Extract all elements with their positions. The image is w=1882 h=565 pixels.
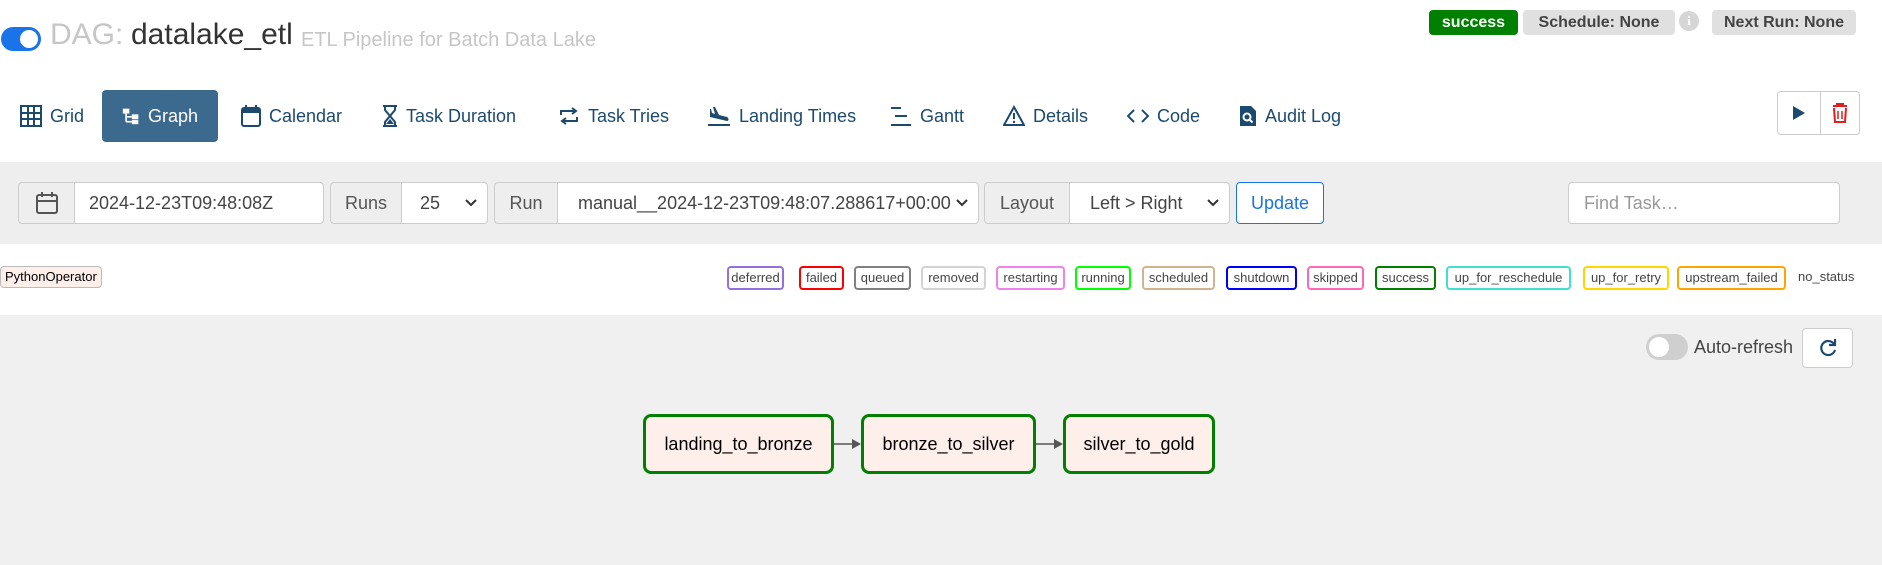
tab-label: Gantt bbox=[920, 105, 965, 126]
legend-state-no-status[interactable]: no_status bbox=[1798, 269, 1854, 284]
legend-state-upstream-failed[interactable]: upstream_failed bbox=[1677, 266, 1786, 290]
tab-task-duration[interactable]: Task Duration bbox=[382, 90, 516, 142]
tab-task-tries[interactable]: Task Tries bbox=[558, 90, 669, 142]
tab-label: Audit Log bbox=[1265, 105, 1342, 126]
trigger-dag-button[interactable] bbox=[1777, 91, 1821, 135]
runs-value: 25 bbox=[420, 192, 441, 213]
delete-dag-button[interactable] bbox=[1820, 91, 1860, 135]
task-node-landing-to-bronze[interactable]: landing_to_bronze bbox=[643, 414, 834, 474]
dag-title: datalake_etl bbox=[131, 18, 293, 51]
operator-legend-chip[interactable]: PythonOperator bbox=[0, 266, 102, 288]
legend-state-scheduled[interactable]: scheduled bbox=[1142, 266, 1215, 290]
task-node-silver-to-gold[interactable]: silver_to_gold bbox=[1063, 414, 1215, 474]
dag-header: DAG: datalake_etl ETL Pipeline for Batch… bbox=[0, 0, 1882, 80]
dag-nav-tabs: Grid Graph Calendar Task Duration Task T… bbox=[0, 90, 1882, 142]
layout-value: Left > Right bbox=[1090, 192, 1183, 213]
legend-state-success[interactable]: success bbox=[1375, 266, 1436, 290]
chevron-down-icon bbox=[1207, 199, 1219, 207]
hourglass-icon bbox=[383, 105, 397, 127]
tab-audit-log[interactable]: Audit Log bbox=[1239, 90, 1341, 142]
layout-label: Layout bbox=[984, 182, 1070, 224]
gantt-icon bbox=[891, 107, 911, 126]
tab-gantt[interactable]: Gantt bbox=[890, 90, 964, 142]
tab-label: Graph bbox=[147, 105, 198, 126]
graph-canvas[interactable]: Auto-refresh landing_to_bronze bronze_to… bbox=[0, 315, 1882, 565]
plane-landing-icon bbox=[708, 107, 730, 126]
tab-label: Task Duration bbox=[406, 105, 517, 126]
graph-filter-bar: 2024-12-23T09:48:08Z Runs 25 Run manual_… bbox=[0, 162, 1882, 244]
run-label: Run bbox=[494, 182, 558, 224]
update-button[interactable]: Update bbox=[1236, 182, 1324, 224]
legend-state-removed[interactable]: removed bbox=[921, 266, 986, 290]
chevron-down-icon bbox=[956, 199, 968, 207]
legend-state-shutdown[interactable]: shutdown bbox=[1226, 266, 1297, 290]
legend-row: PythonOperator deferred failed queued re… bbox=[0, 266, 1882, 290]
legend-state-up-for-reschedule[interactable]: up_for_reschedule bbox=[1446, 266, 1571, 290]
run-select[interactable]: manual__2024-12-23T09:48:07.288617+00:00 bbox=[557, 182, 979, 224]
task-node-label: landing_to_bronze bbox=[664, 433, 813, 454]
code-icon bbox=[1127, 109, 1149, 123]
task-node-bronze-to-silver[interactable]: bronze_to_silver bbox=[861, 414, 1036, 474]
tab-code[interactable]: Code bbox=[1127, 90, 1200, 142]
runs-select[interactable]: 25 bbox=[401, 182, 488, 224]
play-icon bbox=[1793, 106, 1805, 120]
task-node-label: bronze_to_silver bbox=[882, 433, 1015, 454]
layout-select[interactable]: Left > Right bbox=[1069, 182, 1230, 224]
dag-description: ETL Pipeline for Batch Data Lake bbox=[301, 29, 596, 51]
tab-graph[interactable]: Graph bbox=[102, 90, 218, 142]
legend-state-skipped[interactable]: skipped bbox=[1307, 266, 1364, 290]
legend-state-up-for-retry[interactable]: up_for_retry bbox=[1583, 266, 1669, 290]
dag-prefix: DAG: bbox=[50, 18, 124, 51]
tab-label: Details bbox=[1033, 105, 1089, 126]
run-value: manual__2024-12-23T09:48:07.288617+00:00 bbox=[578, 192, 951, 213]
datetime-picker-button[interactable] bbox=[18, 182, 75, 224]
legend-state-restarting[interactable]: restarting bbox=[996, 266, 1065, 290]
dag-state-badge: success bbox=[1429, 10, 1518, 35]
find-task-input[interactable]: Find Task… bbox=[1568, 182, 1840, 224]
toggle-knob bbox=[20, 30, 38, 48]
info-icon[interactable]: i bbox=[1679, 11, 1699, 31]
calendar-icon bbox=[241, 105, 261, 127]
legend-state-deferred[interactable]: deferred bbox=[727, 266, 784, 290]
graph-icon bbox=[122, 108, 139, 125]
schedule-badge: Schedule: None bbox=[1523, 10, 1675, 35]
tab-label: Code bbox=[1157, 105, 1201, 126]
tab-label: Grid bbox=[50, 105, 85, 126]
file-search-icon bbox=[1240, 106, 1256, 126]
calendar-icon bbox=[35, 192, 58, 214]
warning-triangle-icon bbox=[1003, 105, 1025, 126]
base-date-input[interactable]: 2024-12-23T09:48:08Z bbox=[74, 182, 324, 224]
tab-label: Task Tries bbox=[588, 105, 670, 126]
task-node-label: silver_to_gold bbox=[1083, 433, 1195, 454]
tab-details[interactable]: Details bbox=[1003, 90, 1088, 142]
edge-arrowhead bbox=[852, 439, 861, 449]
tab-landing-times[interactable]: Landing Times bbox=[707, 90, 856, 142]
tab-label: Landing Times bbox=[739, 105, 857, 126]
dag-pause-toggle[interactable] bbox=[1, 27, 41, 51]
legend-state-running[interactable]: running bbox=[1075, 266, 1131, 290]
edge-arrowhead bbox=[1054, 439, 1063, 449]
legend-state-failed[interactable]: failed bbox=[799, 266, 844, 290]
trash-icon bbox=[1833, 103, 1847, 123]
tab-grid[interactable]: Grid bbox=[20, 90, 84, 142]
repeat-icon bbox=[560, 107, 578, 125]
next-run-badge: Next Run: None bbox=[1712, 10, 1856, 35]
tab-calendar[interactable]: Calendar bbox=[241, 90, 342, 142]
legend-state-queued[interactable]: queued bbox=[854, 266, 911, 290]
grid-icon bbox=[20, 105, 42, 127]
chevron-down-icon bbox=[465, 199, 477, 207]
tab-label: Calendar bbox=[269, 105, 343, 126]
runs-label: Runs bbox=[330, 182, 402, 224]
